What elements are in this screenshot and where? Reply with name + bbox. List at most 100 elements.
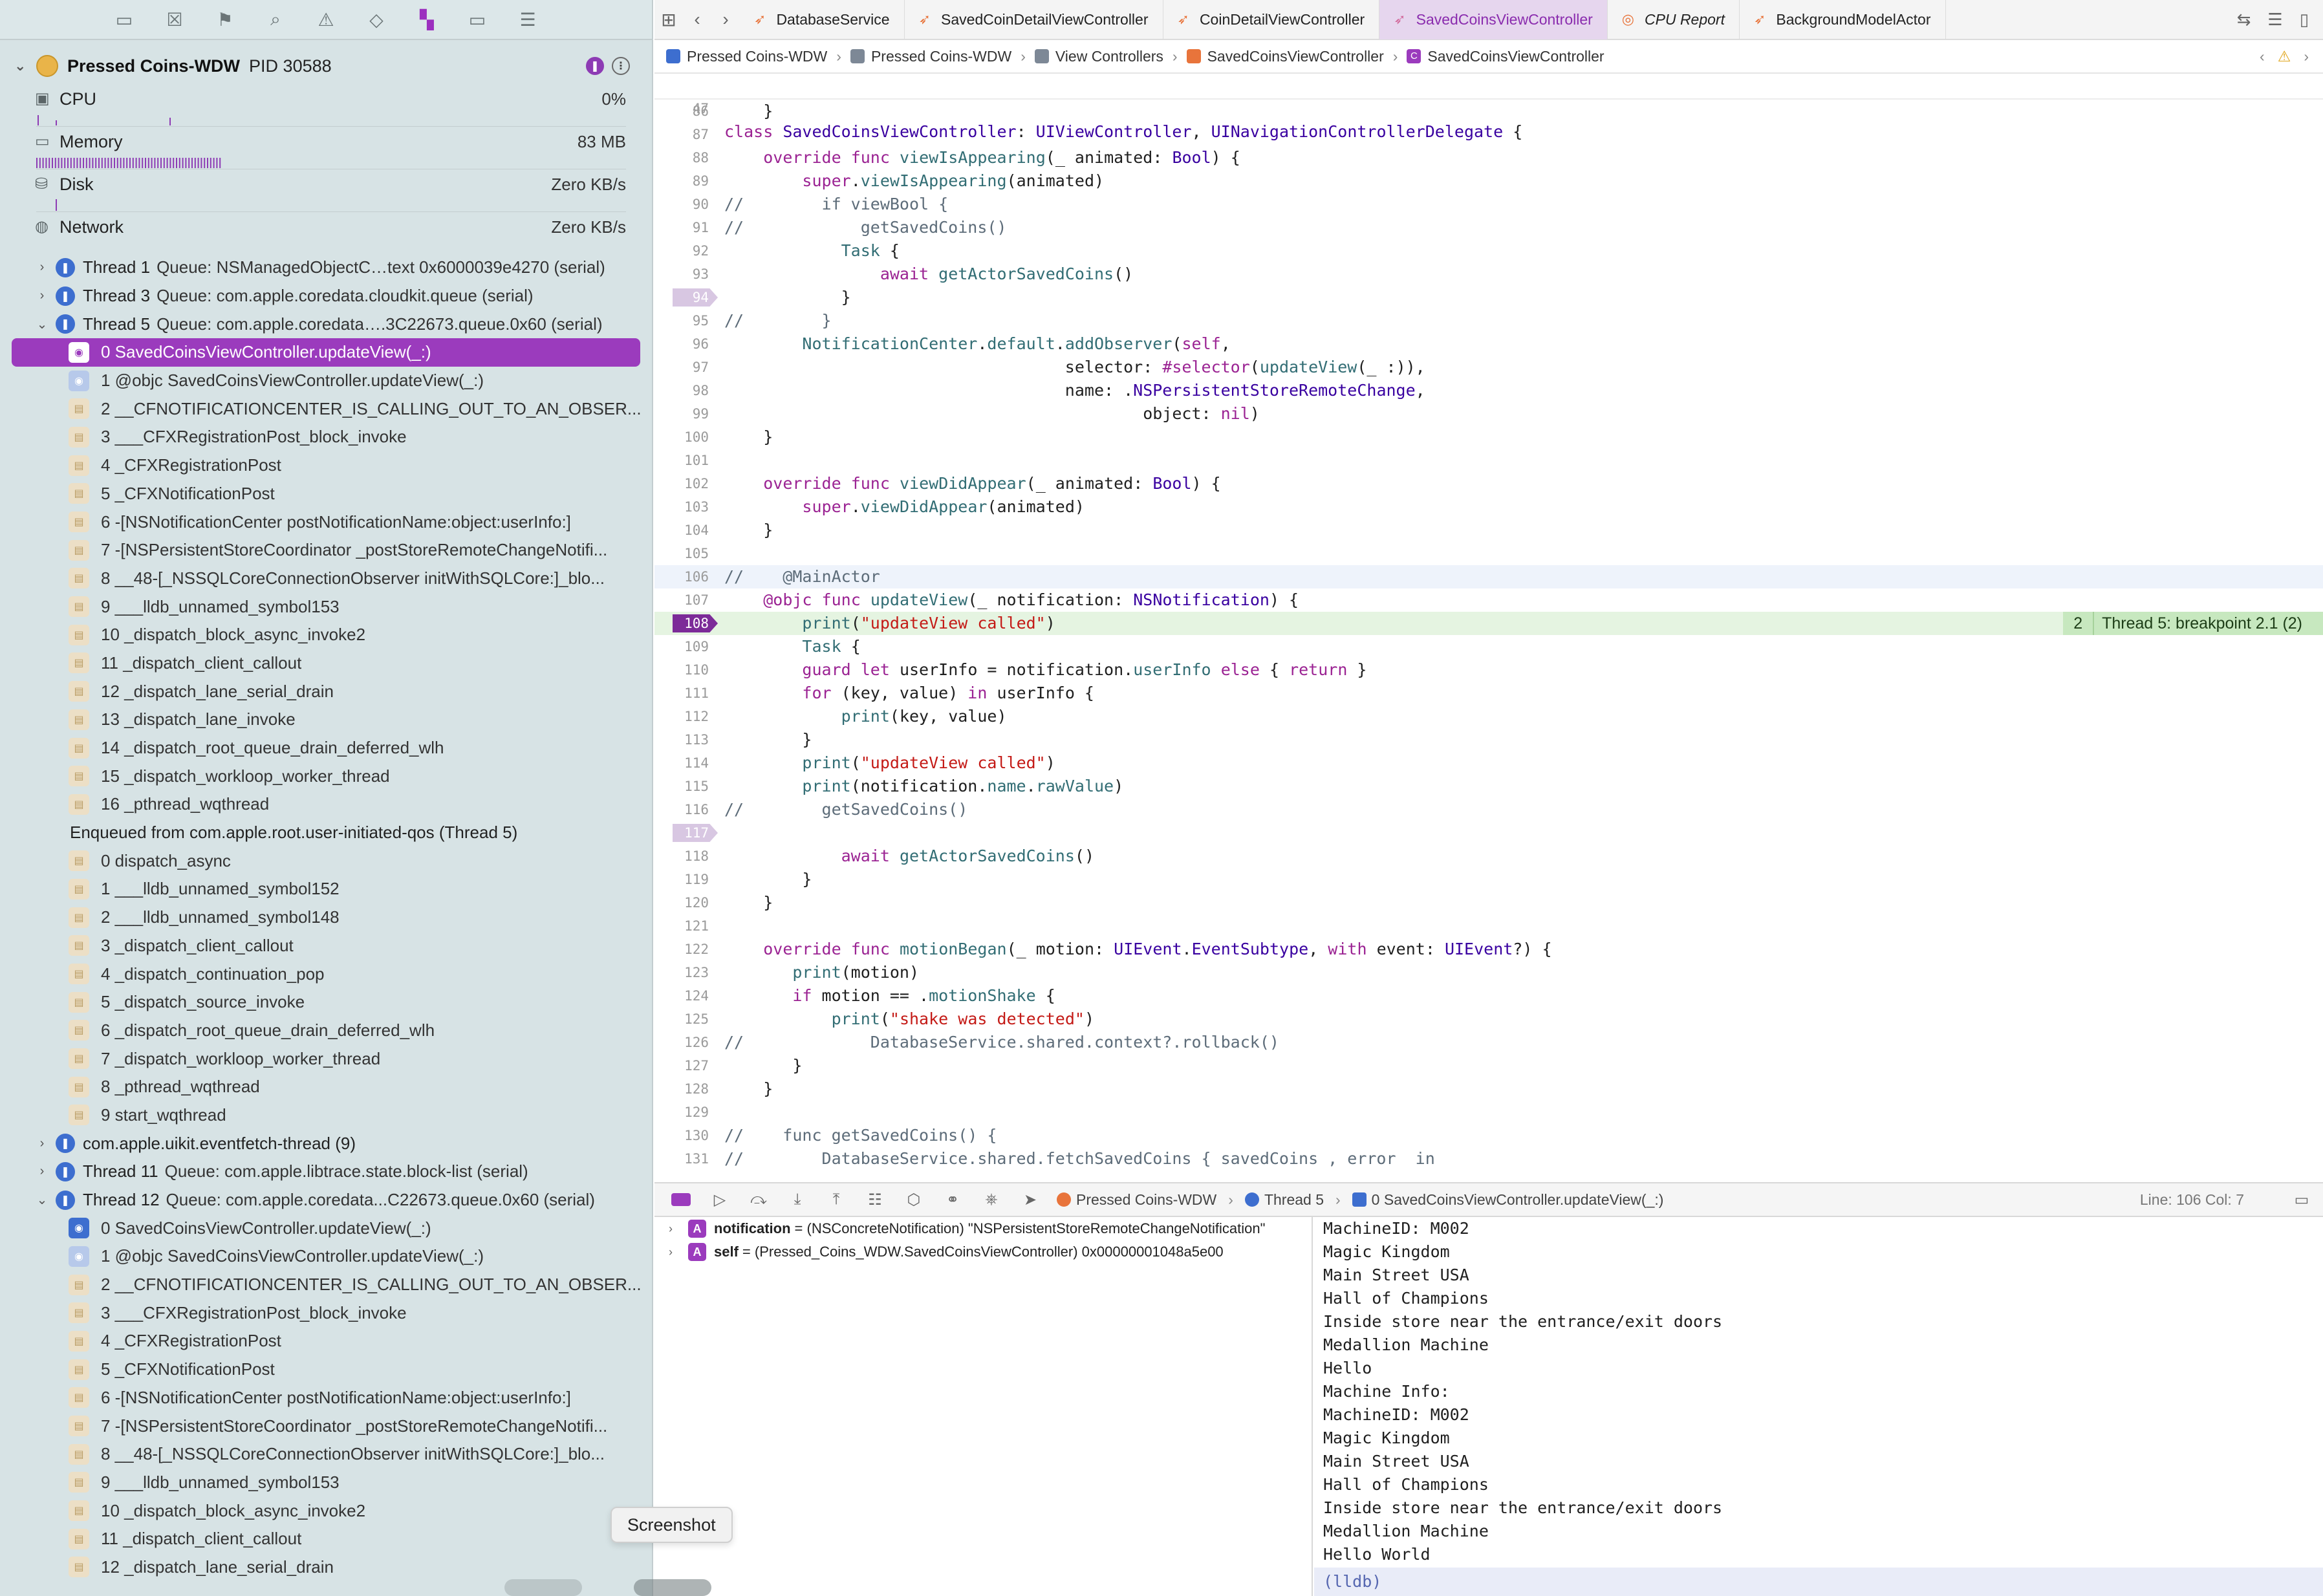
- line-number[interactable]: 89: [654, 169, 709, 193]
- code-line[interactable]: 124 if motion == .motionShake {: [654, 984, 2323, 1008]
- code-line[interactable]: 90 // if viewBool {: [654, 193, 2323, 216]
- code-line[interactable]: 98 name: .NSPersistentStoreRemoteChange,: [654, 379, 2323, 402]
- stack-frame-row[interactable]: ▤ 2 __CFNOTIFICATIONCENTER_IS_CALLING_OUT…: [0, 394, 652, 423]
- gauge-cpu[interactable]: ▣ CPU 0%: [0, 84, 652, 127]
- line-number[interactable]: 109: [654, 635, 709, 658]
- line-number[interactable]: 93: [654, 263, 709, 286]
- line-number[interactable]: 130: [654, 1124, 709, 1147]
- stack-frame-row[interactable]: ▤ 7 _dispatch_workloop_worker_thread: [0, 1044, 652, 1073]
- stack-frame-row[interactable]: ▤ 6 _dispatch_root_queue_drain_deferred_w…: [0, 1017, 652, 1045]
- stack-frame-row[interactable]: ▤ 1 ___lldb_unnamed_symbol152: [0, 875, 652, 903]
- warning-icon[interactable]: ⚠: [2278, 48, 2291, 65]
- stack-frame-row[interactable]: ▤ 5 _CFXNotificationPost: [0, 480, 652, 508]
- line-number[interactable]: 92: [654, 239, 709, 263]
- stack-frame-row[interactable]: ◉ 0 SavedCoinsViewController.updateView(_…: [12, 338, 640, 367]
- debug-crumb[interactable]: Thread 5: [1244, 1191, 1324, 1209]
- stack-frame-row[interactable]: ▤ 9 ___lldb_unnamed_symbol153: [0, 592, 652, 621]
- code-line[interactable]: 97 selector: #selector(updateView(_ :)),: [654, 356, 2323, 379]
- code-line[interactable]: 99 object: nil): [654, 402, 2323, 426]
- line-number[interactable]: 129: [654, 1101, 709, 1124]
- find-icon[interactable]: ⌕: [264, 8, 287, 31]
- line-number[interactable]: 112: [654, 705, 709, 728]
- continue-icon[interactable]: ▷: [708, 1190, 732, 1209]
- chevron-right-icon[interactable]: ›: [669, 1222, 682, 1236]
- stack-frame-row[interactable]: ◉ 1 @objc SavedCoinsViewController.update…: [0, 1242, 652, 1271]
- code-line[interactable]: 122 override func motionBegan(_ motion: …: [654, 938, 2323, 961]
- stack-frame-row[interactable]: ▤ 12 _dispatch_lane_serial_drain: [0, 677, 652, 706]
- line-number[interactable]: 105: [654, 542, 709, 565]
- thread-row[interactable]: › ❚ Thread 11 Queue: com.apple.libtrace.sta…: [0, 1158, 652, 1186]
- line-number[interactable]: 102: [654, 472, 709, 495]
- line-number[interactable]: 97: [654, 356, 709, 379]
- code-line[interactable]: 118 await getActorSavedCoins(): [654, 845, 2323, 868]
- chevron-right-icon[interactable]: ›: [34, 1164, 50, 1179]
- line-number[interactable]: 126: [654, 1031, 709, 1054]
- code-line[interactable]: 93 await getActorSavedCoins(): [654, 263, 2323, 286]
- code-line[interactable]: 130 // func getSavedCoins() {: [654, 1124, 2323, 1147]
- code-line[interactable]: 113 }: [654, 728, 2323, 751]
- folder-icon[interactable]: ▭: [113, 8, 136, 31]
- chevron-down-icon[interactable]: ⌄: [14, 58, 31, 74]
- code-line[interactable]: 125 print("shake was detected"): [654, 1008, 2323, 1031]
- code-line[interactable]: 92 Task {: [654, 239, 2323, 263]
- line-number[interactable]: 110: [654, 658, 709, 682]
- code-line[interactable]: 116 // getSavedCoins(): [654, 798, 2323, 821]
- code-area[interactable]: 86 } 87 88 override func viewIsAppearing(_…: [654, 100, 2323, 1170]
- chevron-right-icon[interactable]: ›: [34, 260, 50, 275]
- environment-overrides-icon[interactable]: ⚭: [940, 1190, 965, 1209]
- code-line[interactable]: 96 NotificationCenter.default.addObserve…: [654, 332, 2323, 356]
- debug-crumb[interactable]: 0 SavedCoinsViewController.updateView(_:…: [1352, 1191, 1663, 1209]
- line-number[interactable]: 90: [654, 193, 709, 216]
- code-line[interactable]: 109 Task {: [654, 635, 2323, 658]
- stack-frame-row[interactable]: ▤ 14 _dispatch_root_queue_drain_deferred_…: [0, 734, 652, 762]
- location-icon[interactable]: ➤: [1018, 1190, 1043, 1209]
- stack-frame-row[interactable]: ▤ 2 ___lldb_unnamed_symbol148: [0, 903, 652, 932]
- code-line[interactable]: 123 print(motion): [654, 961, 2323, 984]
- code-line[interactable]: 128 }: [654, 1077, 2323, 1101]
- code-line[interactable]: 86 }: [654, 100, 2323, 123]
- line-number[interactable]: 114: [654, 751, 709, 775]
- chevron-right-icon[interactable]: ›: [34, 288, 50, 303]
- line-number[interactable]: 120: [654, 891, 709, 914]
- code-line[interactable]: 129: [654, 1101, 2323, 1124]
- code-line[interactable]: 102 override func viewDidAppear(_ animat…: [654, 472, 2323, 495]
- code-line[interactable]: 100 }: [654, 426, 2323, 449]
- thread-row[interactable]: › ❚ Thread 1 Queue: NSManagedObjectC…text 0…: [0, 253, 652, 282]
- line-number[interactable]: 119: [654, 868, 709, 891]
- stack-frame-row[interactable]: ▤ 5 _CFXNotificationPost: [0, 1355, 652, 1384]
- jump-bar-crumb[interactable]: C SavedCoinsViewController: [1407, 48, 1604, 65]
- breakpoint-annotation[interactable]: 2 Thread 5: breakpoint 2.1 (2): [2063, 612, 2323, 635]
- source-control-icon[interactable]: ☒: [163, 8, 186, 31]
- code-line[interactable]: 112 print(key, value): [654, 705, 2323, 728]
- line-number[interactable]: 103: [654, 495, 709, 519]
- jump-bar-crumb[interactable]: SavedCoinsViewController: [1186, 48, 1384, 65]
- gauge-memory[interactable]: ▭ Memory 83 MB: [0, 127, 652, 169]
- code-line[interactable]: 110 guard let userInfo = notification.us…: [654, 658, 2323, 682]
- memory-graph-icon[interactable]: ⬡: [902, 1190, 926, 1209]
- code-line[interactable]: 121: [654, 914, 2323, 938]
- stack-frame-row[interactable]: ▤ 11 _dispatch_client_callout: [0, 1525, 652, 1553]
- stack-frame-row[interactable]: ▤ 3 ___CFXRegistrationPost_block_invoke: [0, 1299, 652, 1327]
- code-line[interactable]: 107 @objc func updateView(_ notification…: [654, 588, 2323, 612]
- stack-frame-row[interactable]: ▤ 6 -[NSNotificationCenter postNotificati…: [0, 508, 652, 536]
- code-line[interactable]: 117: [654, 821, 2323, 845]
- next-issue-icon[interactable]: ›: [2304, 48, 2309, 65]
- line-number[interactable]: 118: [654, 845, 709, 868]
- issues-icon[interactable]: ⚠: [314, 8, 338, 31]
- stack-frame-row[interactable]: ▤ 6 -[NSNotificationCenter postNotificati…: [0, 1384, 652, 1412]
- stack-frame-row[interactable]: ▤ 8 __48-[_NSSQLCoreConnectionObserver in…: [0, 1440, 652, 1469]
- editor-tab[interactable]: ◎ CPU Report: [1608, 0, 1740, 39]
- debug-crumb[interactable]: Pressed Coins-WDW: [1057, 1191, 1216, 1209]
- stack-frame-row[interactable]: ◉ 1 @objc SavedCoinsViewController.update…: [0, 367, 652, 395]
- line-number[interactable]: 91: [654, 216, 709, 239]
- inspector-toggle-icon[interactable]: ▯: [2300, 10, 2309, 30]
- code-line[interactable]: 126 // DatabaseService.shared.context?.ro…: [654, 1031, 2323, 1054]
- code-line[interactable]: 108 print("updateView called") 2 Thread 5:…: [654, 612, 2323, 635]
- chevron-right-icon[interactable]: ›: [669, 1246, 682, 1259]
- jump-bar-crumb[interactable]: Pressed Coins-WDW: [666, 48, 827, 65]
- stack-frame-row[interactable]: ▤ 15 _dispatch_workloop_worker_thread: [0, 762, 652, 790]
- refresh-icon[interactable]: ⇆: [2237, 10, 2251, 30]
- step-over-icon[interactable]: ⤼: [746, 1190, 771, 1209]
- line-number[interactable]: 100: [654, 426, 709, 449]
- hide-debug-area-icon[interactable]: [669, 1190, 693, 1209]
